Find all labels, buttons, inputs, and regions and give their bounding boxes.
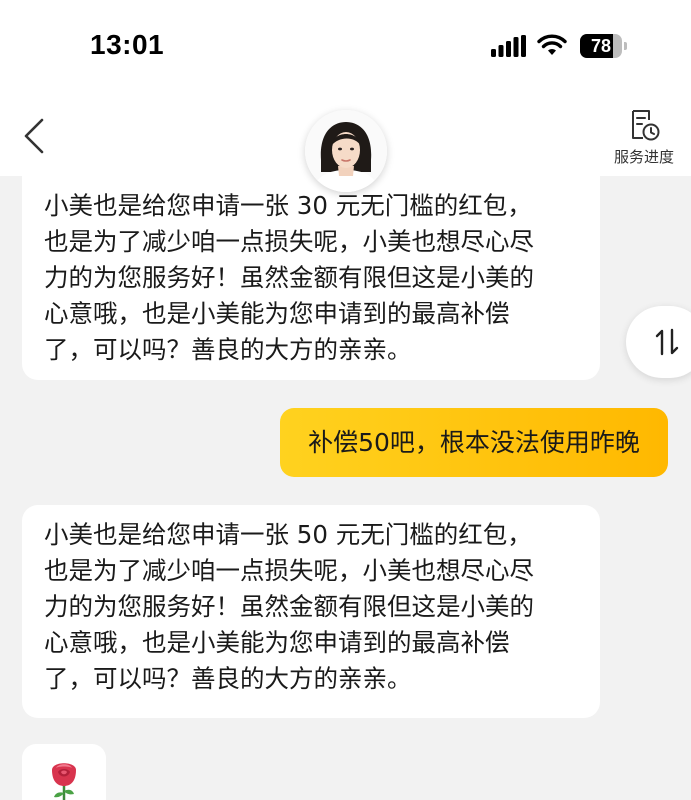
nav-bar: 服务进度	[0, 90, 691, 192]
battery-icon: 78	[580, 34, 628, 58]
agent-avatar-image	[305, 110, 387, 192]
agent-avatar[interactable]	[305, 110, 387, 192]
message-line: 小美也是给您申请一张 50 元无门槛的红包，	[44, 520, 532, 549]
message-line: 了，可以吗？善良的大方的亲亲。	[44, 335, 412, 364]
message-line: 心意哦，也是小美能为您申请到的最高补偿	[44, 628, 510, 657]
message-line: 力的为您服务好！虽然金额有限但这是小美的	[44, 592, 534, 621]
sort-arrows-icon	[655, 328, 679, 356]
wifi-icon	[537, 34, 567, 55]
rose-icon	[52, 763, 76, 800]
signal-icon	[491, 35, 526, 57]
message-line: 小美也是给您申请一张 30 元无门槛的红包，	[44, 191, 532, 220]
status-bar: 13:01 78	[0, 0, 691, 90]
chat-area[interactable]: 小美也是给您申请一张 30 元无门槛的红包， 也是为了减少咱一点损失呢，小美也想…	[0, 176, 691, 800]
document-clock-icon	[632, 110, 660, 141]
service-progress-button[interactable]: 服务进度	[609, 108, 679, 168]
message-line: 也是为了减少咱一点损失呢，小美也想尽心尽	[44, 556, 534, 585]
status-time: 13:01	[90, 29, 165, 60]
message-bubble-user[interactable]: 补偿50吧，根本没法使用昨晚	[280, 408, 668, 477]
service-progress-label: 服务进度	[613, 148, 674, 166]
message-bubble-agent[interactable]: 小美也是给您申请一张 30 元无门槛的红包， 也是为了减少咱一点损失呢，小美也想…	[22, 176, 600, 380]
battery-level: 78	[590, 36, 612, 56]
scroll-toggle-button[interactable]	[626, 306, 691, 378]
message-line: 力的为您服务好！虽然金额有限但这是小美的	[44, 263, 534, 292]
message-line: 心意哦，也是小美能为您申请到的最高补偿	[44, 299, 510, 328]
message-sticker[interactable]	[22, 744, 106, 800]
chevron-left-icon[interactable]	[20, 116, 50, 156]
message-text: 补偿50吧，根本没法使用昨晚	[308, 428, 640, 457]
message-line: 了，可以吗？善良的大方的亲亲。	[44, 664, 412, 693]
message-line: 也是为了减少咱一点损失呢，小美也想尽心尽	[44, 227, 534, 256]
message-bubble-agent[interactable]: 小美也是给您申请一张 50 元无门槛的红包， 也是为了减少咱一点损失呢，小美也想…	[22, 505, 600, 718]
